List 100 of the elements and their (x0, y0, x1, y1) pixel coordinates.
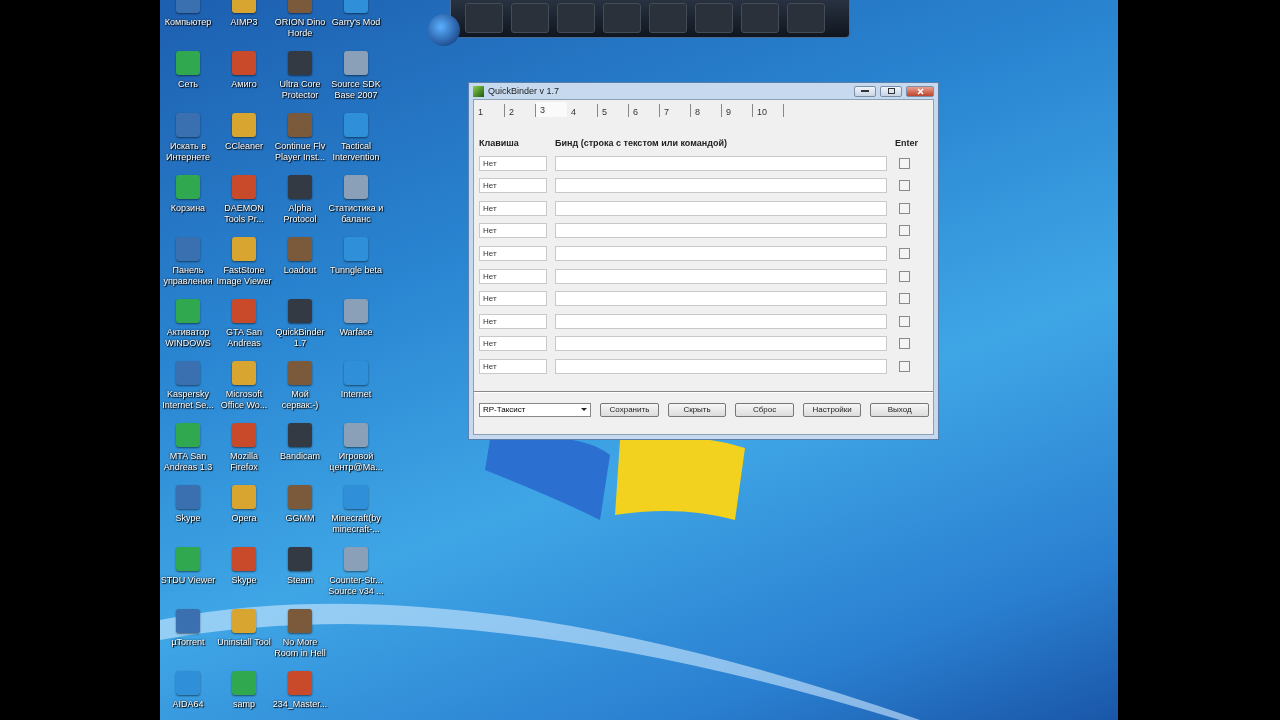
app-icon[interactable] (232, 547, 256, 571)
app-icon[interactable] (232, 113, 256, 137)
action-button[interactable]: Выход (870, 402, 929, 417)
app-icon[interactable] (344, 237, 368, 261)
app-icon[interactable] (232, 299, 256, 323)
icon-label[interactable]: Skype (160, 513, 216, 524)
app-icon[interactable] (176, 485, 200, 509)
app-icon[interactable] (176, 113, 200, 137)
icon-label[interactable]: samp (216, 699, 272, 710)
icon-label[interactable]: Opera (216, 513, 272, 524)
app-icon[interactable] (344, 361, 368, 385)
app-icon[interactable] (288, 175, 312, 199)
icon-label[interactable]: Bandicam (272, 451, 328, 462)
tab[interactable]: 5 (598, 104, 629, 117)
app-icon[interactable] (232, 237, 256, 261)
icon-label[interactable]: QuickBinder 1.7 (272, 327, 328, 349)
app-icon[interactable] (288, 609, 312, 633)
icon-label[interactable]: No More Room in Hell (272, 637, 328, 659)
icon-label[interactable]: Tactical Intervention (328, 141, 384, 163)
icon-label[interactable]: Uninstall Tool (216, 637, 272, 648)
key-field[interactable]: Нет (479, 336, 547, 352)
app-icon[interactable] (344, 485, 368, 509)
action-button[interactable]: Сброс (735, 402, 794, 417)
icon-label[interactable]: Сеть (160, 79, 216, 90)
action-button[interactable]: Настройки (802, 402, 862, 417)
icon-label[interactable]: Активатор WINDOWS (160, 327, 216, 349)
icon-label[interactable]: Internet (328, 389, 384, 400)
app-icon[interactable] (176, 547, 200, 571)
icon-label[interactable]: Warface (328, 327, 384, 338)
icon-label[interactable]: ORION Dino Horde (272, 17, 328, 39)
icon-label[interactable]: Компьютер (160, 17, 216, 28)
enter-checkbox[interactable] (899, 338, 910, 350)
app-icon[interactable] (344, 299, 368, 323)
app-icon[interactable] (288, 671, 312, 695)
icon-label[interactable]: Ultra Core Protector (272, 79, 328, 101)
icon-label[interactable]: AIMP3 (216, 17, 272, 28)
enter-checkbox[interactable] (899, 293, 910, 305)
app-icon[interactable] (288, 299, 312, 323)
key-field[interactable]: Нет (479, 223, 547, 239)
dock-app-icon[interactable] (465, 3, 503, 33)
enter-checkbox[interactable] (899, 360, 910, 372)
app-icon[interactable] (288, 237, 312, 261)
icon-label[interactable]: Skype (216, 575, 272, 586)
icon-label[interactable]: Counter-Str... Source v34 ... (328, 575, 384, 597)
dock-app-icon[interactable] (511, 3, 549, 33)
app-icon[interactable] (288, 547, 312, 571)
enter-checkbox[interactable] (899, 247, 910, 259)
tab[interactable]: 9 (722, 104, 753, 117)
icon-label[interactable]: µTorrent (160, 637, 216, 648)
minimize-button[interactable] (854, 85, 876, 97)
dock-app-icon[interactable] (603, 3, 641, 33)
app-icon[interactable] (344, 175, 368, 199)
enter-checkbox[interactable] (899, 315, 910, 327)
app-icon[interactable] (232, 51, 256, 75)
tab[interactable]: 4 (567, 104, 598, 117)
icon-label[interactable]: MTA San Andreas 1.3 (160, 451, 216, 473)
icon-label[interactable]: Steam (272, 575, 328, 586)
icon-label[interactable]: Mozilla Firefox (216, 451, 272, 473)
dock-app-icon[interactable] (557, 3, 595, 33)
app-icon[interactable] (232, 609, 256, 633)
action-button[interactable]: Скрыть (667, 402, 727, 417)
app-icon[interactable] (232, 671, 256, 695)
icon-label[interactable]: GTA San Andreas (216, 327, 272, 349)
tab[interactable]: 10 (753, 104, 784, 117)
app-icon[interactable] (288, 423, 312, 447)
profile-dropdown[interactable]: RP-Таксист (479, 402, 592, 417)
app-icon[interactable] (288, 361, 312, 385)
icon-label[interactable]: Панель управления (160, 265, 216, 287)
app-icon[interactable] (176, 175, 200, 199)
icon-label[interactable]: Tunngle beta (328, 265, 384, 276)
app-icon[interactable] (232, 361, 256, 385)
key-field[interactable]: Нет (479, 268, 547, 284)
app-icon[interactable] (344, 113, 368, 137)
key-field[interactable]: Нет (479, 200, 547, 216)
app-icon[interactable] (288, 113, 312, 137)
key-field[interactable]: Нет (479, 155, 547, 171)
tab[interactable]: 1 (474, 104, 505, 117)
icon-label[interactable]: GGMM (272, 513, 328, 524)
bind-field[interactable] (555, 200, 887, 216)
key-field[interactable]: Нет (479, 313, 547, 329)
icon-label[interactable]: STDU Viewer (160, 575, 216, 586)
key-field[interactable]: Нет (479, 291, 547, 307)
app-icon[interactable] (344, 423, 368, 447)
bind-field[interactable] (555, 245, 887, 261)
icon-label[interactable]: Kaspersky Internet Se... (160, 389, 216, 411)
app-icon[interactable] (176, 299, 200, 323)
key-field[interactable]: Нет (479, 245, 547, 261)
action-button[interactable]: Сохранить (600, 402, 659, 417)
icon-label[interactable]: Статистика и баланс (328, 203, 384, 225)
bind-field[interactable] (555, 268, 887, 284)
bind-field[interactable] (555, 358, 887, 374)
app-icon[interactable] (288, 485, 312, 509)
app-icon[interactable] (232, 485, 256, 509)
icon-label[interactable]: Microsoft Office Wo... (216, 389, 272, 411)
app-icon[interactable] (232, 175, 256, 199)
icon-label[interactable]: FastStone Image Viewer (216, 265, 272, 287)
bind-field[interactable] (555, 291, 887, 307)
enter-checkbox[interactable] (899, 270, 910, 282)
app-icon[interactable] (176, 423, 200, 447)
icon-label[interactable]: Корзина (160, 203, 216, 214)
